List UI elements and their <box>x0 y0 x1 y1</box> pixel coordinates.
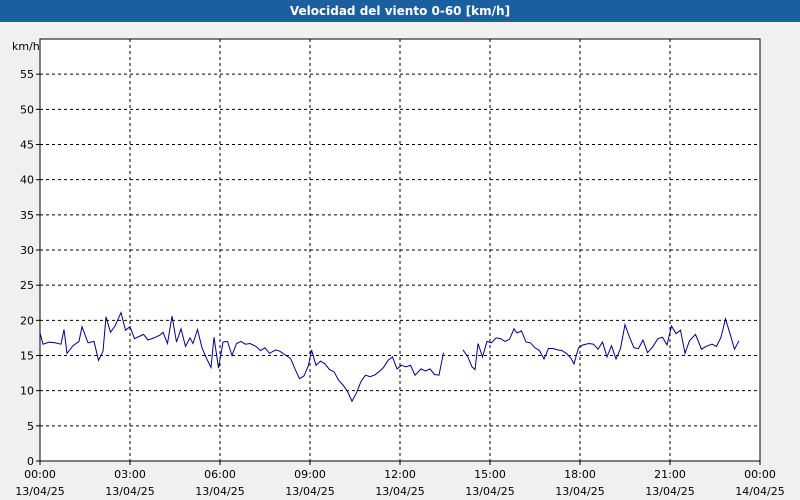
x-axis: 00:00 13/04/25 03:00 13/04/25 06:00 13/04/25 0… <box>15 461 785 498</box>
x-tick-date-label: 13/04/25 <box>195 485 244 498</box>
x-tick-date-label: 13/04/25 <box>465 485 514 498</box>
x-tick-time-label: 15:00 <box>474 468 506 481</box>
y-tick-label: 20 <box>20 314 34 327</box>
y-tick-label: 45 <box>20 139 34 152</box>
x-tick-time-label: 12:00 <box>384 468 416 481</box>
x-tick-date-label: 13/04/25 <box>555 485 604 498</box>
x-tick-date-label: 14/04/25 <box>735 485 784 498</box>
x-tick-time-label: 00:00 <box>24 468 56 481</box>
y-tick-label: 5 <box>27 420 34 433</box>
y-tick-label: 0 <box>27 455 34 468</box>
x-tick-time-label: 21:00 <box>654 468 686 481</box>
x-tick-time-label: 06:00 <box>204 468 236 481</box>
x-tick-time-label: 03:00 <box>114 468 146 481</box>
y-tick-label: 30 <box>20 244 34 257</box>
y-tick-label: 50 <box>20 103 34 116</box>
x-tick-date-label: 13/04/25 <box>645 485 694 498</box>
y-tick-label: 25 <box>20 279 34 292</box>
x-tick-date-label: 13/04/25 <box>285 485 334 498</box>
y-tick-label: 35 <box>20 209 34 222</box>
y-tick-label: 40 <box>20 174 34 187</box>
y-axis-label: km/h <box>12 40 40 53</box>
y-axis: 0 5 10 15 20 25 30 35 40 45 50 55 <box>20 68 40 468</box>
x-tick-time-label: 18:00 <box>564 468 596 481</box>
y-tick-label: 15 <box>20 350 34 363</box>
x-tick-time-label: 09:00 <box>294 468 326 481</box>
x-tick-date-label: 13/04/25 <box>105 485 154 498</box>
x-tick-date-label: 13/04/25 <box>375 485 424 498</box>
y-tick-label: 10 <box>20 385 34 398</box>
chart-title: Velocidad del viento 0-60 [km/h] <box>0 0 800 22</box>
x-tick-date-label: 13/04/25 <box>15 485 64 498</box>
y-tick-label: 55 <box>20 68 34 81</box>
wind-speed-chart: 0 5 10 15 20 25 30 35 40 45 50 55 00:00 13/04/25 03:0… <box>12 38 785 498</box>
x-tick-time-label: 00:00 <box>744 468 776 481</box>
